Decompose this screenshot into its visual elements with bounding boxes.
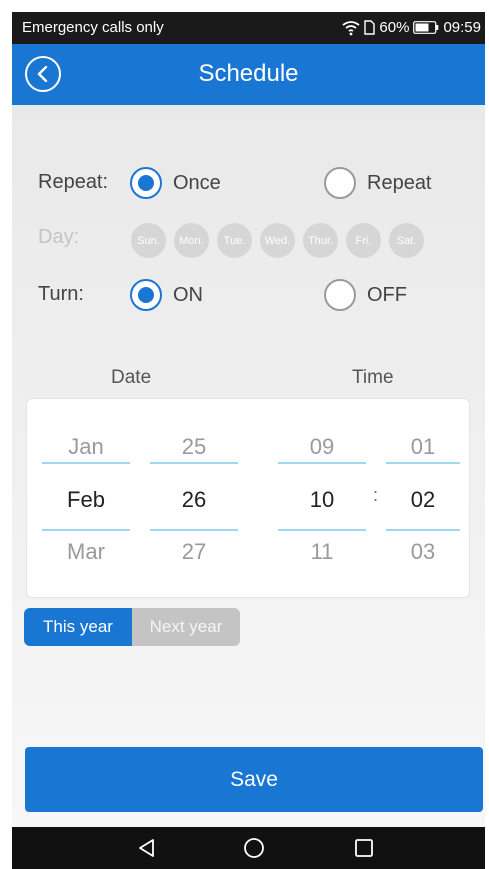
month-wheel[interactable]: Jan Feb Mar xyxy=(42,399,130,599)
minute-prev: 01 xyxy=(410,434,436,459)
year-toggle: This year Next year xyxy=(24,608,240,646)
sim-icon xyxy=(364,20,376,35)
date-time-picker: Jan Feb Mar 25 26 27 09 10 11: 01 02 03 xyxy=(26,398,470,598)
day-thu: Thur. xyxy=(303,223,338,258)
this-year-button[interactable]: This year xyxy=(24,608,132,646)
day-current: 26 xyxy=(181,487,207,512)
hour-wheel-bottom-line xyxy=(278,529,366,531)
day-prev: 25 xyxy=(181,434,207,459)
status-bar: Emergency calls only 60% 09:59 xyxy=(12,12,485,44)
day-next: 27 xyxy=(181,539,207,564)
month-wheel-top-line xyxy=(42,462,130,464)
hour-wheel-top-line xyxy=(278,462,366,464)
radio-on-label: ON xyxy=(173,283,203,306)
time-separator: : xyxy=(373,485,379,505)
radio-once-label: Once xyxy=(173,171,221,194)
minute-wheel-top-line xyxy=(386,462,460,464)
recents-square-icon[interactable] xyxy=(353,837,375,864)
radio-on-indicator xyxy=(130,279,162,311)
turn-label: Turn: xyxy=(38,283,84,305)
radio-once-indicator xyxy=(130,167,162,199)
schedule-form: Repeat: Once Repeat Day: Sun. Mon. Tue. … xyxy=(12,105,485,827)
day-mon: Mon. xyxy=(174,223,209,258)
battery-icon xyxy=(413,21,439,34)
app-bar: Schedule xyxy=(12,44,485,105)
minute-wheel-bottom-line xyxy=(386,529,460,531)
phone-screen: Emergency calls only 60% 09:59 Schedule … xyxy=(12,12,485,869)
time-header: Time xyxy=(352,367,394,388)
day-label: Day: xyxy=(38,226,80,248)
radio-off-indicator xyxy=(324,279,356,311)
hour-wheel[interactable]: 09 10 11 xyxy=(278,399,366,599)
radio-repeat[interactable]: Repeat xyxy=(324,167,432,199)
day-row: Day: Sun. Mon. Tue. Wed. Thur. Fri. Sat. xyxy=(38,218,485,258)
wifi-icon xyxy=(342,20,360,36)
turn-row: Turn: ON OFF xyxy=(38,275,485,315)
save-button[interactable]: Save xyxy=(25,747,483,812)
radio-off[interactable]: OFF xyxy=(324,279,407,311)
repeat-label: Repeat: xyxy=(38,171,109,193)
month-next: Mar xyxy=(67,539,105,564)
repeat-row: Repeat: Once Repeat xyxy=(38,163,485,203)
navigation-bar xyxy=(12,827,485,869)
radio-repeat-label: Repeat xyxy=(367,171,432,194)
radio-once[interactable]: Once xyxy=(130,167,221,199)
hour-next: 11 xyxy=(310,539,334,564)
day-selector: Sun. Mon. Tue. Wed. Thur. Fri. Sat. xyxy=(131,223,424,258)
month-prev: Jan xyxy=(68,434,104,459)
minute-current: 02 xyxy=(410,487,436,512)
battery-percent: 60% xyxy=(379,19,410,36)
radio-off-label: OFF xyxy=(367,283,407,306)
month-wheel-bottom-line xyxy=(42,529,130,531)
day-wheel-bottom-line xyxy=(150,529,238,531)
radio-on[interactable]: ON xyxy=(130,279,203,311)
status-icons: 60% 09:59 xyxy=(342,19,481,36)
hour-prev: 09 xyxy=(309,434,335,459)
day-tue: Tue. xyxy=(217,223,252,258)
day-wed: Wed. xyxy=(260,223,295,258)
day-wheel-top-line xyxy=(150,462,238,464)
radio-repeat-indicator xyxy=(324,167,356,199)
next-year-button[interactable]: Next year xyxy=(132,608,240,646)
hour-current: 10 xyxy=(309,487,335,512)
minute-wheel[interactable]: 01 02 03 xyxy=(386,399,460,599)
day-wheel[interactable]: 25 26 27 xyxy=(150,399,238,599)
day-fri: Fri. xyxy=(346,223,381,258)
carrier-text: Emergency calls only xyxy=(22,19,164,36)
back-triangle-icon[interactable] xyxy=(136,837,158,864)
clock-text: 09:59 xyxy=(443,19,481,36)
month-current: Feb xyxy=(67,487,105,512)
page-title: Schedule xyxy=(198,60,299,87)
minute-next: 03 xyxy=(410,539,436,564)
day-sun: Sun. xyxy=(131,223,166,258)
date-header: Date xyxy=(111,367,152,388)
home-circle-icon[interactable] xyxy=(243,837,265,864)
day-sat: Sat. xyxy=(389,223,424,258)
